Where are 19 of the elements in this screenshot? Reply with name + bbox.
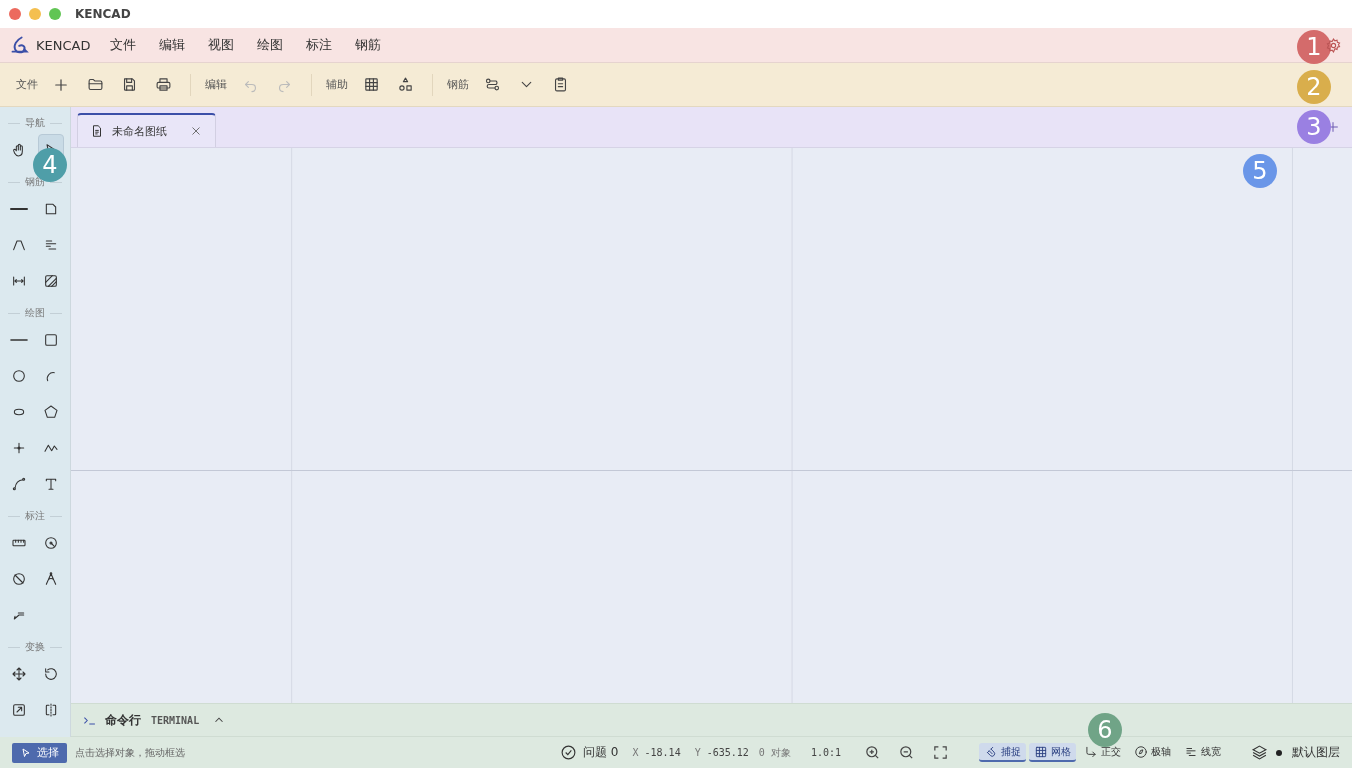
window-title: KENCAD <box>75 7 131 21</box>
section-title: 导航 <box>25 116 45 130</box>
toolbar-group-label: 辅助 <box>326 77 348 92</box>
terminal-sublabel: TERMINAL <box>151 714 200 726</box>
section-title: 标注 <box>25 509 45 523</box>
zoom-scale: 1.0:1 <box>810 747 841 758</box>
toolbar-group-label: 文件 <box>16 77 38 92</box>
object-count: 0 对象 <box>758 745 791 760</box>
y-coordinate: -635.12 <box>706 747 749 758</box>
x-label: X <box>632 747 639 758</box>
status-hint: 点击选择对象，拖动框选 <box>75 745 185 760</box>
y-label: Y <box>694 747 701 758</box>
terminal-label: 命令行 <box>105 711 141 729</box>
x-coordinate: -18.14 <box>644 747 681 758</box>
toolbar-group-label: 编辑 <box>205 77 227 92</box>
app-name: KENCAD <box>36 37 91 53</box>
toolbar-group-label: 钢筋 <box>447 77 469 92</box>
section-title: 变换 <box>25 640 45 654</box>
section-title: 绘图 <box>25 306 45 320</box>
